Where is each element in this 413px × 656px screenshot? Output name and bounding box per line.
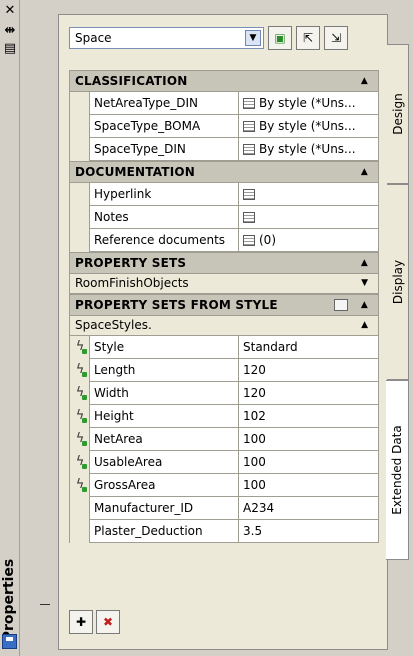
automatic-property-icon: ϟ	[73, 339, 87, 355]
collapse-icon[interactable]: ▲	[361, 162, 368, 182]
section-property-sets[interactable]: PROPERTY SETS ▲	[69, 252, 379, 274]
section-documentation[interactable]: DOCUMENTATION ▲	[69, 161, 379, 183]
add-property-sets-icon[interactable]: ✚	[69, 610, 93, 634]
automatic-property-icon: ϟ	[73, 477, 87, 493]
collapse-icon[interactable]: ▲	[361, 316, 368, 335]
tab-display[interactable]: Display	[387, 184, 409, 380]
table-row: Plaster_Deduction 3.5	[69, 520, 379, 543]
automatic-property-icon: ϟ	[73, 362, 87, 378]
collapse-icon[interactable]: ▲	[361, 71, 368, 91]
close-icon[interactable]: ✕	[3, 4, 17, 18]
property-value: 100	[239, 474, 379, 497]
property-value[interactable]: By style (*Uns...	[239, 115, 379, 138]
divider	[40, 604, 50, 605]
table-row: ϟ Height 102	[69, 405, 379, 428]
select-objects-icon[interactable]: ▣	[268, 26, 292, 50]
toggle-pickadd-icon[interactable]: ⇲	[324, 26, 348, 50]
list-icon	[243, 188, 255, 200]
chevron-down-icon[interactable]: ▼	[245, 30, 261, 46]
property-value[interactable]	[239, 206, 379, 229]
bottom-toolbar: ✚ ✖	[69, 610, 123, 634]
property-value: 120	[239, 382, 379, 405]
property-value: 100	[239, 428, 379, 451]
table-row: ϟ Width 120	[69, 382, 379, 405]
table-row: NetAreaType_DIN By style (*Uns...	[69, 92, 379, 115]
section-property-sets-from-style[interactable]: PROPERTY SETS FROM STYLE ▲	[69, 294, 379, 316]
toolbar: Space ▼ ▣ ⇱ ⇲	[69, 26, 348, 50]
remove-property-sets-icon[interactable]: ✖	[96, 610, 120, 634]
property-value[interactable]: (0)	[239, 229, 379, 252]
tab-extended-data[interactable]: Extended Data	[386, 380, 409, 560]
automatic-property-icon: ϟ	[73, 408, 87, 424]
table-row: Hyperlink	[69, 183, 379, 206]
property-set-roomfinishobjects[interactable]: RoomFinishObjects ▼	[69, 274, 379, 294]
autohide-icon[interactable]: ⇹	[3, 24, 17, 38]
palette-icon[interactable]	[2, 634, 17, 649]
list-icon	[243, 120, 255, 132]
section-classification[interactable]: CLASSIFICATION ▲	[69, 70, 379, 92]
table-row: Notes	[69, 206, 379, 229]
palette-title: Properties	[1, 558, 17, 642]
property-set-spacestyles[interactable]: SpaceStyles. ▲	[69, 316, 379, 336]
property-value[interactable]: By style (*Uns...	[239, 92, 379, 115]
property-value[interactable]: A234	[239, 497, 379, 520]
table-row: ϟ GrossArea 100	[69, 474, 379, 497]
table-row: ϟ Style Standard	[69, 336, 379, 359]
automatic-property-icon: ϟ	[73, 431, 87, 447]
property-value: 120	[239, 359, 379, 382]
table-row: SpaceType_BOMA By style (*Uns...	[69, 115, 379, 138]
properties-menu-icon[interactable]: ▤	[3, 42, 17, 56]
tab-design[interactable]: Design	[387, 44, 409, 184]
property-value[interactable]: 3.5	[239, 520, 379, 543]
object-type-value: Space	[75, 31, 112, 45]
list-icon	[243, 97, 255, 109]
properties-panel: Space ▼ ▣ ⇱ ⇲ CLASSIFICATION ▲ NetAreaTy…	[58, 14, 388, 650]
list-icon	[243, 234, 255, 246]
list-icon	[243, 143, 255, 155]
table-row: ϟ NetArea 100	[69, 428, 379, 451]
palette-title-strip: ✕ ⇹ ▤ Properties	[0, 0, 20, 656]
list-icon	[243, 211, 255, 223]
table-row: ϟ UsableArea 100	[69, 451, 379, 474]
property-value: 100	[239, 451, 379, 474]
property-value[interactable]: By style (*Uns...	[239, 138, 379, 161]
expand-icon[interactable]: ▼	[361, 274, 368, 293]
automatic-property-icon: ϟ	[73, 454, 87, 470]
property-value: 102	[239, 405, 379, 428]
collapse-icon[interactable]: ▲	[361, 253, 368, 273]
quick-select-icon[interactable]: ⇱	[296, 26, 320, 50]
object-type-select[interactable]: Space ▼	[69, 27, 264, 49]
table-row: Manufacturer_ID A234	[69, 497, 379, 520]
table-row: SpaceType_DIN By style (*Uns...	[69, 138, 379, 161]
table-row: ϟ Length 120	[69, 359, 379, 382]
property-grid: CLASSIFICATION ▲ NetAreaType_DIN By styl…	[69, 70, 379, 543]
property-value: Standard	[239, 336, 379, 359]
table-row: Reference documents (0)	[69, 229, 379, 252]
automatic-property-icon: ϟ	[73, 385, 87, 401]
edit-style-icon[interactable]	[334, 299, 348, 311]
property-value[interactable]	[239, 183, 379, 206]
collapse-icon[interactable]: ▲	[361, 295, 368, 315]
